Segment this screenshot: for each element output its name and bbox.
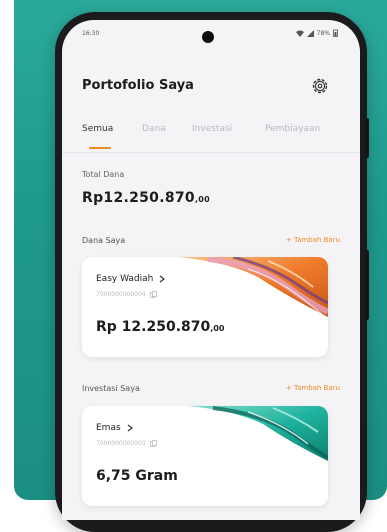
dana-add-new-link[interactable]: + Tambah Baru <box>286 236 340 244</box>
tab-bar: Semua Dana Investasi Pembiayaan <box>62 120 360 153</box>
battery-icon <box>333 29 338 37</box>
page-title: Portofolio Saya <box>82 78 194 93</box>
card-name-row: Easy Wadiah <box>96 274 166 284</box>
emas-card[interactable]: Emas 7000000000003 6,75 Gram <box>82 406 328 506</box>
emas-account: 7000000000003 <box>96 440 146 447</box>
total-amount-value: Rp12.250.870 <box>82 190 195 206</box>
easy-wadiah-account: 7000000000004 <box>96 291 146 298</box>
battery-level: 78% <box>316 29 330 37</box>
card-amount-value: Rp 12.250.870 <box>96 319 211 335</box>
wifi-icon <box>295 30 304 37</box>
emas-name: Emas <box>96 423 121 433</box>
total-amount-decimals: ,00 <box>194 195 211 204</box>
emas-balance: 6,75 Gram <box>96 468 178 484</box>
investasi-section-title: Investasi Saya <box>82 384 140 393</box>
chevron-right-icon <box>159 275 166 283</box>
card-name-row: Emas <box>96 423 133 433</box>
total-dana-label: Total Dana <box>82 170 125 179</box>
tab-semua[interactable]: Semua <box>82 124 113 134</box>
front-camera <box>202 31 214 43</box>
app-screen: 16:30 78% Portofolio Saya Semua Dana Inv… <box>62 20 360 520</box>
easy-wadiah-balance: Rp 12.250.870,00 <box>96 319 224 335</box>
settings-icon[interactable] <box>310 76 330 96</box>
tab-dana[interactable]: Dana <box>142 124 166 134</box>
copy-icon[interactable] <box>149 440 157 447</box>
phone-volume-button <box>365 250 369 320</box>
dana-section-title: Dana Saya <box>82 236 126 245</box>
card-decoration-teal <box>188 406 328 461</box>
status-time: 16:30 <box>82 30 100 37</box>
signal-icon <box>306 29 314 37</box>
tab-investasi[interactable]: Investasi <box>192 124 232 134</box>
card-account-row: 7000000000004 <box>96 291 157 298</box>
card-decoration-orange <box>178 257 328 317</box>
card-amount-decimals: ,00 <box>210 324 225 333</box>
easy-wadiah-card[interactable]: Easy Wadiah 7000000000004 Rp 12.250.870,… <box>82 257 328 357</box>
phone-side-button <box>365 118 369 158</box>
easy-wadiah-name: Easy Wadiah <box>96 274 154 284</box>
total-dana-amount: Rp12.250.870,00 <box>82 190 210 206</box>
tab-pembiayaan[interactable]: Pembiayaan <box>265 124 320 134</box>
active-tab-indicator <box>89 147 111 149</box>
status-icons: 78% <box>295 29 338 37</box>
investasi-add-new-link[interactable]: + Tambah Baru <box>286 384 340 392</box>
chevron-right-icon <box>127 424 133 432</box>
card-account-row: 7000000000003 <box>96 440 157 447</box>
copy-icon[interactable] <box>149 291 157 298</box>
